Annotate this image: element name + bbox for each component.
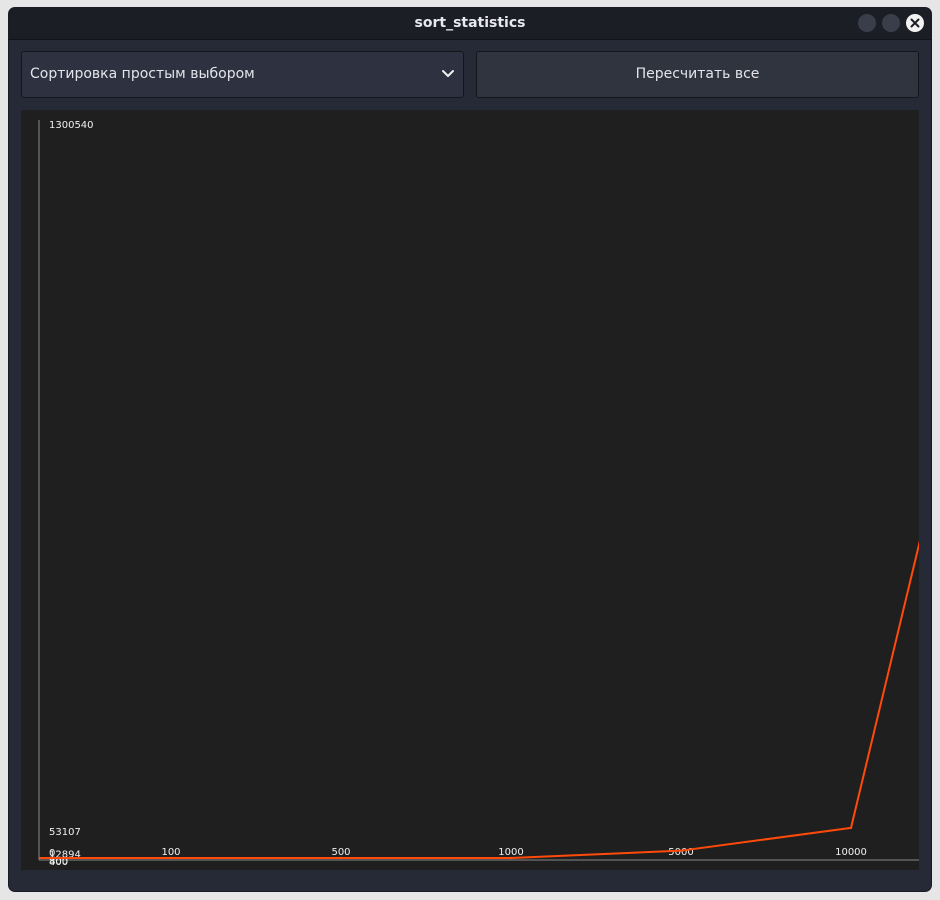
algorithm-select[interactable]: Сортировка простым выбором (21, 51, 464, 98)
data-point (509, 856, 513, 860)
y-tick-label: 1300540 (49, 120, 94, 131)
x-tick-label: 10000 (835, 847, 867, 858)
y-tick-label: 53107 (49, 827, 81, 838)
line-chart: 130054053107128948004000 100 500 1000 5000 10… (38, 120, 919, 868)
data-point (339, 856, 343, 860)
algorithm-select-value: Сортировка простым выбором (30, 66, 255, 82)
series-line (39, 540, 919, 859)
x-tick-label: 100 (161, 847, 180, 858)
window-title: sort_statistics (414, 15, 526, 31)
chart-area: 1300540 53107 12894 800 400 0 100 500 1000 5000 10… (21, 110, 919, 870)
data-point (169, 856, 173, 860)
app-window: sort_statistics Сортировка простым выбор… (9, 8, 931, 891)
recalculate-all-label: Пересчитать все (635, 66, 760, 82)
minimize-button[interactable] (858, 14, 876, 32)
title-bar[interactable]: sort_statistics (9, 8, 931, 40)
x-tick-label: 500 (331, 847, 350, 858)
recalculate-all-button[interactable]: Пересчитать все (476, 51, 919, 98)
close-button[interactable] (906, 14, 924, 32)
maximize-button[interactable] (882, 14, 900, 32)
chevron-down-icon (442, 70, 454, 77)
close-icon (910, 18, 920, 28)
data-point (849, 826, 853, 830)
data-point (679, 849, 683, 852)
x-tick-label: 1000 (498, 847, 523, 858)
